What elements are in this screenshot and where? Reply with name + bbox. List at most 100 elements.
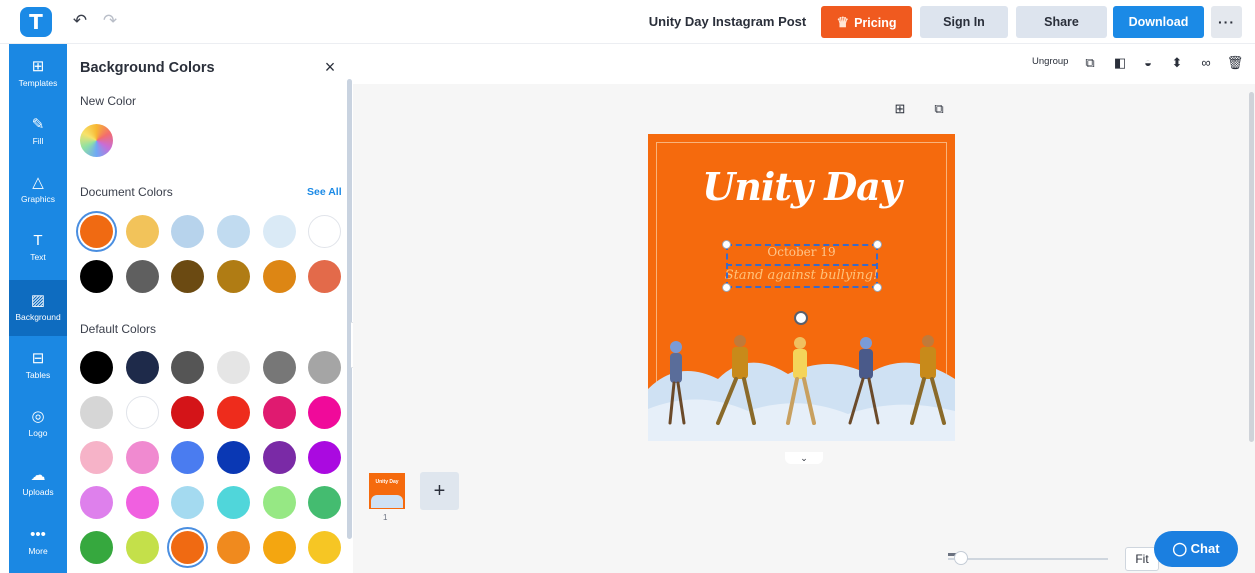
color-swatch[interactable]: [80, 396, 113, 429]
undo-icon[interactable]: ↶: [69, 10, 91, 32]
color-swatch[interactable]: [171, 260, 204, 293]
color-swatch[interactable]: [308, 351, 341, 384]
see-all-link[interactable]: See All: [307, 186, 342, 198]
zoom-slider-thumb[interactable]: [954, 551, 968, 565]
color-swatch[interactable]: [263, 441, 296, 474]
sidebar-item-graphics[interactable]: △ Graphics: [9, 162, 67, 218]
panel-scrollbar[interactable]: [347, 79, 352, 539]
sidebar-item-background[interactable]: ▨ Background: [9, 280, 67, 336]
design-artboard[interactable]: Unity Day October 19 Stand against bully…: [648, 134, 955, 441]
close-icon[interactable]: ×: [319, 56, 341, 78]
align-icon[interactable]: ⬍: [1168, 54, 1186, 72]
page-number: 1: [383, 513, 388, 522]
color-swatch[interactable]: [171, 441, 204, 474]
color-swatch[interactable]: [263, 215, 296, 248]
color-swatch[interactable]: [80, 351, 113, 384]
document-title[interactable]: Unity Day Instagram Post: [640, 14, 815, 29]
add-page-button[interactable]: +: [420, 472, 459, 510]
top-bar: T ↶ ↷ Unity Day Instagram Post ♛ Pricing …: [0, 0, 1255, 44]
color-swatch[interactable]: [126, 486, 159, 519]
color-swatch[interactable]: [263, 260, 296, 293]
color-swatch[interactable]: [126, 396, 159, 429]
color-swatch[interactable]: [263, 486, 296, 519]
sidebar-item-tables[interactable]: ⊟ Tables: [9, 338, 67, 394]
color-swatch[interactable]: [126, 215, 159, 248]
ungroup-button[interactable]: Ungroup: [1032, 56, 1068, 67]
color-swatch[interactable]: [80, 486, 113, 519]
share-button[interactable]: Share: [1016, 6, 1107, 38]
sidebar-item-uploads[interactable]: ☁ Uploads: [9, 455, 67, 511]
color-swatch[interactable]: [80, 260, 113, 293]
sidebar-item-label: Background: [15, 312, 61, 322]
add-page-icon[interactable]: ⊞: [892, 101, 908, 117]
color-swatch[interactable]: [308, 486, 341, 519]
delete-icon[interactable]: 🗑: [1226, 54, 1244, 72]
color-swatch[interactable]: [217, 351, 250, 384]
color-swatch[interactable]: [171, 351, 204, 384]
color-swatch[interactable]: [171, 396, 204, 429]
redo-icon[interactable]: ↷: [99, 10, 121, 32]
sidebar-item-templates[interactable]: ⊞ Templates: [9, 46, 67, 102]
sidebar: ⊞ Templates ✎ Fill △ Graphics T Text ▨ B…: [9, 44, 67, 573]
background-icon: ▨: [30, 292, 46, 309]
color-swatch[interactable]: [308, 260, 341, 293]
crown-icon: ♛: [836, 14, 850, 30]
color-swatch[interactable]: [217, 260, 250, 293]
color-swatch[interactable]: [217, 215, 250, 248]
color-swatch[interactable]: [126, 441, 159, 474]
uploads-icon: ☁: [30, 467, 46, 484]
color-swatch[interactable]: [263, 531, 296, 564]
chat-label: Chat: [1190, 541, 1220, 556]
resize-handle[interactable]: [873, 283, 882, 292]
resize-handle[interactable]: [722, 283, 731, 292]
resize-handle[interactable]: [722, 240, 731, 249]
chat-button[interactable]: ◯ Chat: [1154, 531, 1238, 567]
color-swatch[interactable]: [80, 441, 113, 474]
sidebar-item-label: Tables: [25, 370, 51, 380]
color-swatch[interactable]: [126, 260, 159, 293]
selection-box[interactable]: [726, 244, 878, 288]
color-swatch[interactable]: [263, 396, 296, 429]
zoom-slider[interactable]: [948, 558, 1108, 560]
new-color-picker[interactable]: [80, 124, 113, 157]
sidebar-item-text[interactable]: T Text: [9, 220, 67, 276]
design-title-text[interactable]: Unity Day: [648, 164, 955, 209]
color-swatch[interactable]: [308, 215, 341, 248]
templates-icon: ⊞: [31, 58, 45, 75]
workspace-scrollbar[interactable]: [1249, 92, 1254, 442]
color-swatch[interactable]: [80, 215, 113, 248]
layer-icon[interactable]: ◧: [1111, 54, 1129, 72]
color-swatch[interactable]: [308, 441, 341, 474]
resize-handle[interactable]: [873, 240, 882, 249]
sign-in-button[interactable]: Sign In: [920, 6, 1008, 38]
color-swatch[interactable]: [308, 396, 341, 429]
color-swatch[interactable]: [126, 351, 159, 384]
color-swatch[interactable]: [217, 396, 250, 429]
color-swatch[interactable]: [126, 531, 159, 564]
color-swatch[interactable]: [308, 531, 341, 564]
duplicate-page-icon[interactable]: ⧉: [931, 101, 947, 117]
color-swatch[interactable]: [80, 531, 113, 564]
app-logo[interactable]: T: [20, 7, 52, 37]
page-thumbnail[interactable]: Unity Day: [369, 473, 405, 509]
download-button[interactable]: Download: [1113, 6, 1204, 38]
duplicate-icon[interactable]: ⧉: [1081, 54, 1099, 72]
sidebar-item-more[interactable]: ••• More: [9, 514, 67, 570]
sidebar-item-logo[interactable]: ◎ Logo: [9, 396, 67, 452]
color-swatch[interactable]: [171, 486, 204, 519]
pricing-label: Pricing: [854, 16, 897, 30]
sidebar-item-fill[interactable]: ✎ Fill: [9, 104, 67, 160]
background-colors-panel: Background Colors × New Color Document C…: [67, 44, 353, 573]
color-swatch[interactable]: [217, 441, 250, 474]
color-swatch[interactable]: [263, 351, 296, 384]
chevron-down-icon[interactable]: ⌄: [785, 452, 823, 464]
color-swatch[interactable]: [171, 531, 204, 564]
color-swatch[interactable]: [217, 486, 250, 519]
opacity-icon[interactable]: ◒: [1139, 54, 1157, 72]
more-options-button[interactable]: ···: [1211, 6, 1242, 38]
color-swatch[interactable]: [217, 531, 250, 564]
link-icon[interactable]: ∞: [1197, 54, 1215, 72]
pricing-button[interactable]: ♛ Pricing: [821, 6, 912, 38]
new-color-label: New Color: [80, 94, 137, 108]
color-swatch[interactable]: [171, 215, 204, 248]
